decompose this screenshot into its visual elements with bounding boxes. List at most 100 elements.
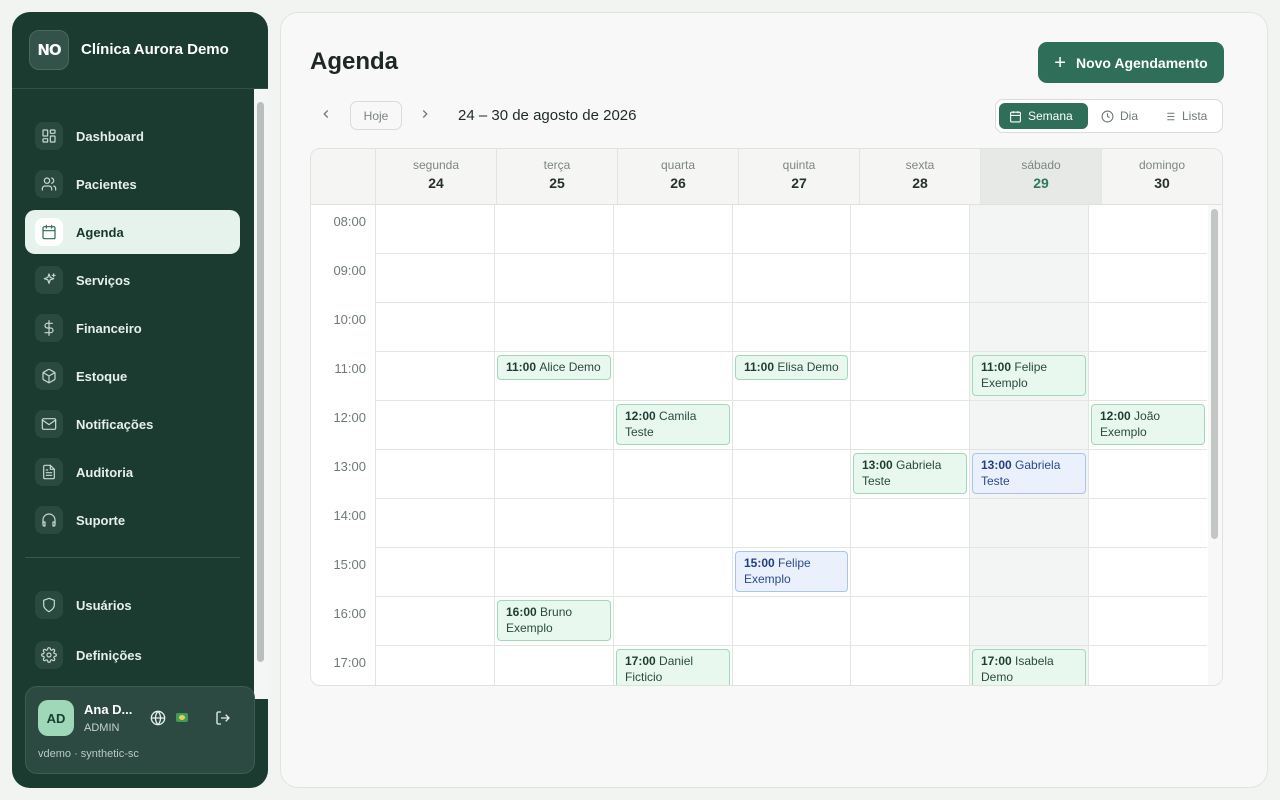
appointment-event[interactable]: 13:00 Gabriela Teste xyxy=(853,453,967,494)
time-slot[interactable] xyxy=(732,401,850,450)
brazil-flag-icon[interactable] xyxy=(176,713,188,722)
appointment-event[interactable]: 11:00 Alice Demo xyxy=(497,355,611,380)
time-slot[interactable] xyxy=(850,548,969,597)
time-slot[interactable] xyxy=(969,499,1088,548)
sidebar-item-definicoes[interactable]: Definições xyxy=(25,633,240,677)
sidebar-item-suporte[interactable]: Suporte xyxy=(25,498,240,542)
view-list-button[interactable]: Lista xyxy=(1153,103,1217,129)
time-slot[interactable] xyxy=(850,254,969,303)
calendar-scrollbar-thumb[interactable] xyxy=(1211,209,1218,539)
time-slot[interactable] xyxy=(732,254,850,303)
view-week-button[interactable]: Semana xyxy=(999,103,1088,129)
time-slot[interactable] xyxy=(494,646,613,685)
appointment-event[interactable]: 12:00 João Exemplo xyxy=(1091,404,1205,445)
time-slot[interactable] xyxy=(1088,499,1207,548)
sidebar-item-notificacoes[interactable]: Notificações xyxy=(25,402,240,446)
time-slot[interactable] xyxy=(375,205,494,254)
view-day-button[interactable]: Dia xyxy=(1091,103,1148,129)
time-slot[interactable] xyxy=(850,401,969,450)
appointment-event[interactable]: 17:00 Daniel Ficticio xyxy=(616,649,730,685)
sidebar-item-servicos[interactable]: Serviços xyxy=(25,258,240,302)
time-slot[interactable] xyxy=(1088,352,1207,401)
sidebar-item-usuarios[interactable]: Usuários xyxy=(25,583,240,627)
sidebar-item-financeiro[interactable]: Financeiro xyxy=(25,306,240,350)
time-slot[interactable] xyxy=(1088,597,1207,646)
time-slot[interactable] xyxy=(850,499,969,548)
appointment-event[interactable]: 12:00 Camila Teste xyxy=(616,404,730,445)
time-slot[interactable] xyxy=(494,205,613,254)
time-slot[interactable] xyxy=(613,205,732,254)
time-slot[interactable] xyxy=(969,597,1088,646)
time-slot[interactable] xyxy=(613,597,732,646)
day-header[interactable]: domingo 30 xyxy=(1101,149,1222,204)
time-slot[interactable] xyxy=(1088,450,1207,499)
time-slot[interactable] xyxy=(494,401,613,450)
time-slot[interactable] xyxy=(494,254,613,303)
time-slot[interactable] xyxy=(494,450,613,499)
time-slot[interactable] xyxy=(494,548,613,597)
time-slot[interactable] xyxy=(1088,548,1207,597)
logout-icon[interactable] xyxy=(215,710,231,731)
time-slot[interactable] xyxy=(494,303,613,352)
time-slot[interactable] xyxy=(850,597,969,646)
sidebar-item-estoque[interactable]: Estoque xyxy=(25,354,240,398)
appointment-event[interactable]: 17:00 Isabela Demo xyxy=(972,649,1086,685)
sidebar-item-auditoria[interactable]: Auditoria xyxy=(25,450,240,494)
time-slot[interactable] xyxy=(1088,254,1207,303)
time-slot[interactable] xyxy=(732,450,850,499)
brand-logo[interactable]: NO xyxy=(29,30,69,70)
time-slot[interactable] xyxy=(613,450,732,499)
sidebar-item-pacientes[interactable]: Pacientes xyxy=(25,162,240,206)
new-appointment-button[interactable]: + Novo Agendamento xyxy=(1038,42,1224,83)
time-slot[interactable] xyxy=(732,597,850,646)
time-slot[interactable] xyxy=(613,303,732,352)
day-header[interactable]: sexta 28 xyxy=(859,149,980,204)
time-slot[interactable] xyxy=(732,205,850,254)
time-slot[interactable] xyxy=(732,499,850,548)
time-slot[interactable] xyxy=(375,499,494,548)
time-slot[interactable] xyxy=(613,499,732,548)
day-header[interactable]: quinta 27 xyxy=(738,149,859,204)
time-slot[interactable] xyxy=(375,646,494,685)
avatar[interactable]: AD xyxy=(38,700,74,736)
time-slot[interactable] xyxy=(613,352,732,401)
time-slot[interactable] xyxy=(375,303,494,352)
time-slot[interactable] xyxy=(850,646,969,685)
time-slot[interactable] xyxy=(375,254,494,303)
time-slot[interactable] xyxy=(969,401,1088,450)
day-header[interactable]: sábado 29 xyxy=(980,149,1101,204)
time-slot[interactable] xyxy=(732,646,850,685)
appointment-event[interactable]: 13:00 Gabriela Teste xyxy=(972,453,1086,494)
appointment-event[interactable]: 11:00 Elisa Demo xyxy=(735,355,848,380)
time-slot[interactable] xyxy=(375,597,494,646)
time-slot[interactable] xyxy=(494,499,613,548)
time-slot[interactable] xyxy=(1088,205,1207,254)
time-slot[interactable] xyxy=(375,450,494,499)
time-slot[interactable] xyxy=(1088,646,1207,685)
sidebar-scrollbar-thumb[interactable] xyxy=(257,102,264,662)
time-slot[interactable] xyxy=(1088,303,1207,352)
appointment-event[interactable]: 15:00 Felipe Exemplo xyxy=(735,551,848,592)
time-slot[interactable] xyxy=(375,401,494,450)
time-slot[interactable] xyxy=(850,205,969,254)
appointment-event[interactable]: 16:00 Bruno Exemplo xyxy=(497,600,611,641)
time-slot[interactable] xyxy=(375,352,494,401)
time-slot[interactable] xyxy=(969,303,1088,352)
day-header[interactable]: quarta 26 xyxy=(617,149,738,204)
time-slot[interactable] xyxy=(969,205,1088,254)
sidebar-item-agenda[interactable]: Agenda xyxy=(25,210,240,254)
time-slot[interactable] xyxy=(850,303,969,352)
day-header[interactable]: segunda 24 xyxy=(375,149,496,204)
time-slot[interactable] xyxy=(969,548,1088,597)
time-slot[interactable] xyxy=(613,548,732,597)
time-slot[interactable] xyxy=(850,352,969,401)
time-slot[interactable] xyxy=(732,303,850,352)
appointment-event[interactable]: 11:00 Felipe Exemplo xyxy=(972,355,1086,396)
globe-icon[interactable] xyxy=(150,710,166,731)
previous-week-button[interactable] xyxy=(319,107,333,121)
time-slot[interactable] xyxy=(375,548,494,597)
day-header[interactable]: terça 25 xyxy=(496,149,617,204)
time-slot[interactable] xyxy=(613,254,732,303)
time-slot[interactable] xyxy=(969,254,1088,303)
next-week-button[interactable] xyxy=(418,107,432,121)
